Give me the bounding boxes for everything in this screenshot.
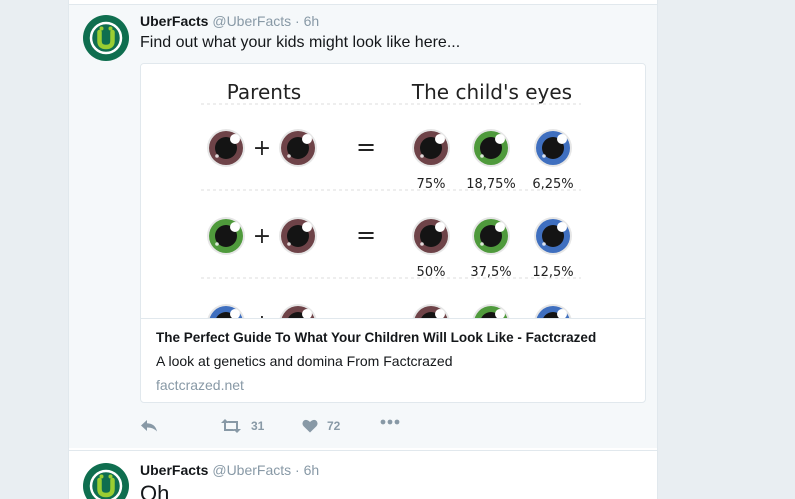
author-name[interactable]: UberFacts	[140, 13, 208, 29]
equals-sign: =	[356, 133, 376, 161]
author-handle[interactable]: @UberFacts	[212, 13, 291, 29]
child-eye-brown	[412, 217, 450, 255]
child-percent: 6,25%	[532, 177, 573, 192]
retweet-count: 31	[251, 419, 265, 433]
child-eye-brown	[412, 304, 450, 342]
avatar[interactable]	[83, 15, 129, 61]
author-handle[interactable]: @UberFacts	[212, 462, 291, 478]
card-image[interactable]: Parents The child's eyes + = 75% 18,75% 6,25% +…	[141, 64, 645, 342]
equals-sign: =	[356, 221, 376, 249]
avatar[interactable]	[83, 463, 129, 499]
link-card[interactable]: Parents The child's eyes + = 75% 18,75% 6,25% +…	[140, 63, 646, 403]
plus-sign: +	[253, 136, 271, 161]
parent-eye-brown	[279, 129, 317, 167]
separator-dot: ·	[295, 462, 300, 478]
child-eye-blue	[534, 304, 572, 342]
tweet-text: Find out what your kids might look like …	[140, 34, 461, 51]
parent-eye-brown	[279, 304, 317, 342]
parent-eye-brown	[207, 129, 245, 167]
card-description: A look at genetics and domina From Factc…	[156, 353, 453, 369]
reply-button[interactable]	[140, 419, 158, 433]
child-percent: 50%	[417, 265, 446, 280]
heart-icon	[302, 419, 318, 433]
plus-sign: +	[253, 224, 271, 249]
uberfacts-logo-icon	[89, 21, 123, 55]
plus-sign: +	[253, 311, 271, 318]
like-count: 72	[327, 419, 341, 433]
child-eye-green	[472, 304, 510, 342]
parent-eye-green	[207, 217, 245, 255]
like-button[interactable]: 72	[302, 419, 340, 433]
tweet-actions: 31 72	[140, 419, 540, 439]
child-percent: 12,5%	[532, 265, 573, 280]
card-domain: factcrazed.net	[156, 377, 244, 393]
child-eye-green	[472, 217, 510, 255]
tweet-text: Oh	[140, 481, 170, 499]
equals-sign: =	[356, 308, 376, 318]
child-percent: 18,75%	[466, 177, 516, 192]
tweet-timestamp[interactable]: 6h	[304, 13, 320, 29]
tweet-header: UberFacts @UberFacts · 6h	[140, 462, 319, 478]
child-percent: 37,5%	[470, 265, 511, 280]
child-percent: 75%	[417, 177, 446, 192]
separator-dot: ·	[295, 13, 300, 29]
tweet-timestamp[interactable]: 6h	[304, 462, 320, 478]
child-eye-brown	[412, 129, 450, 167]
reply-icon	[141, 420, 157, 432]
child-eyes-header: The child's eyes	[411, 80, 572, 104]
parent-eye-blue	[207, 304, 245, 342]
eye-color-infographic: Parents The child's eyes + = 75% 18,75% 6,25% +…	[201, 80, 581, 342]
child-eye-green	[472, 129, 510, 167]
uberfacts-logo-icon	[89, 469, 123, 499]
tweet[interactable]: UberFacts @UberFacts · 6h Find out what …	[69, 5, 657, 448]
author-name[interactable]: UberFacts	[140, 462, 208, 478]
retweet-button[interactable]: 31	[220, 419, 264, 433]
more-dots-icon	[380, 419, 400, 425]
child-eye-blue	[534, 129, 572, 167]
timeline-column: UberFacts @UberFacts · 6h Find out what …	[68, 0, 658, 499]
more-button[interactable]	[380, 419, 400, 425]
parent-eye-brown	[279, 217, 317, 255]
child-eye-blue	[534, 217, 572, 255]
retweet-icon	[221, 419, 241, 433]
tweet-header: UberFacts @UberFacts · 6h	[140, 13, 319, 29]
parents-header: Parents	[227, 80, 301, 104]
tweet[interactable]: UberFacts @UberFacts · 6h Oh	[69, 450, 657, 499]
card-title[interactable]: The Perfect Guide To What Your Children …	[156, 330, 596, 345]
